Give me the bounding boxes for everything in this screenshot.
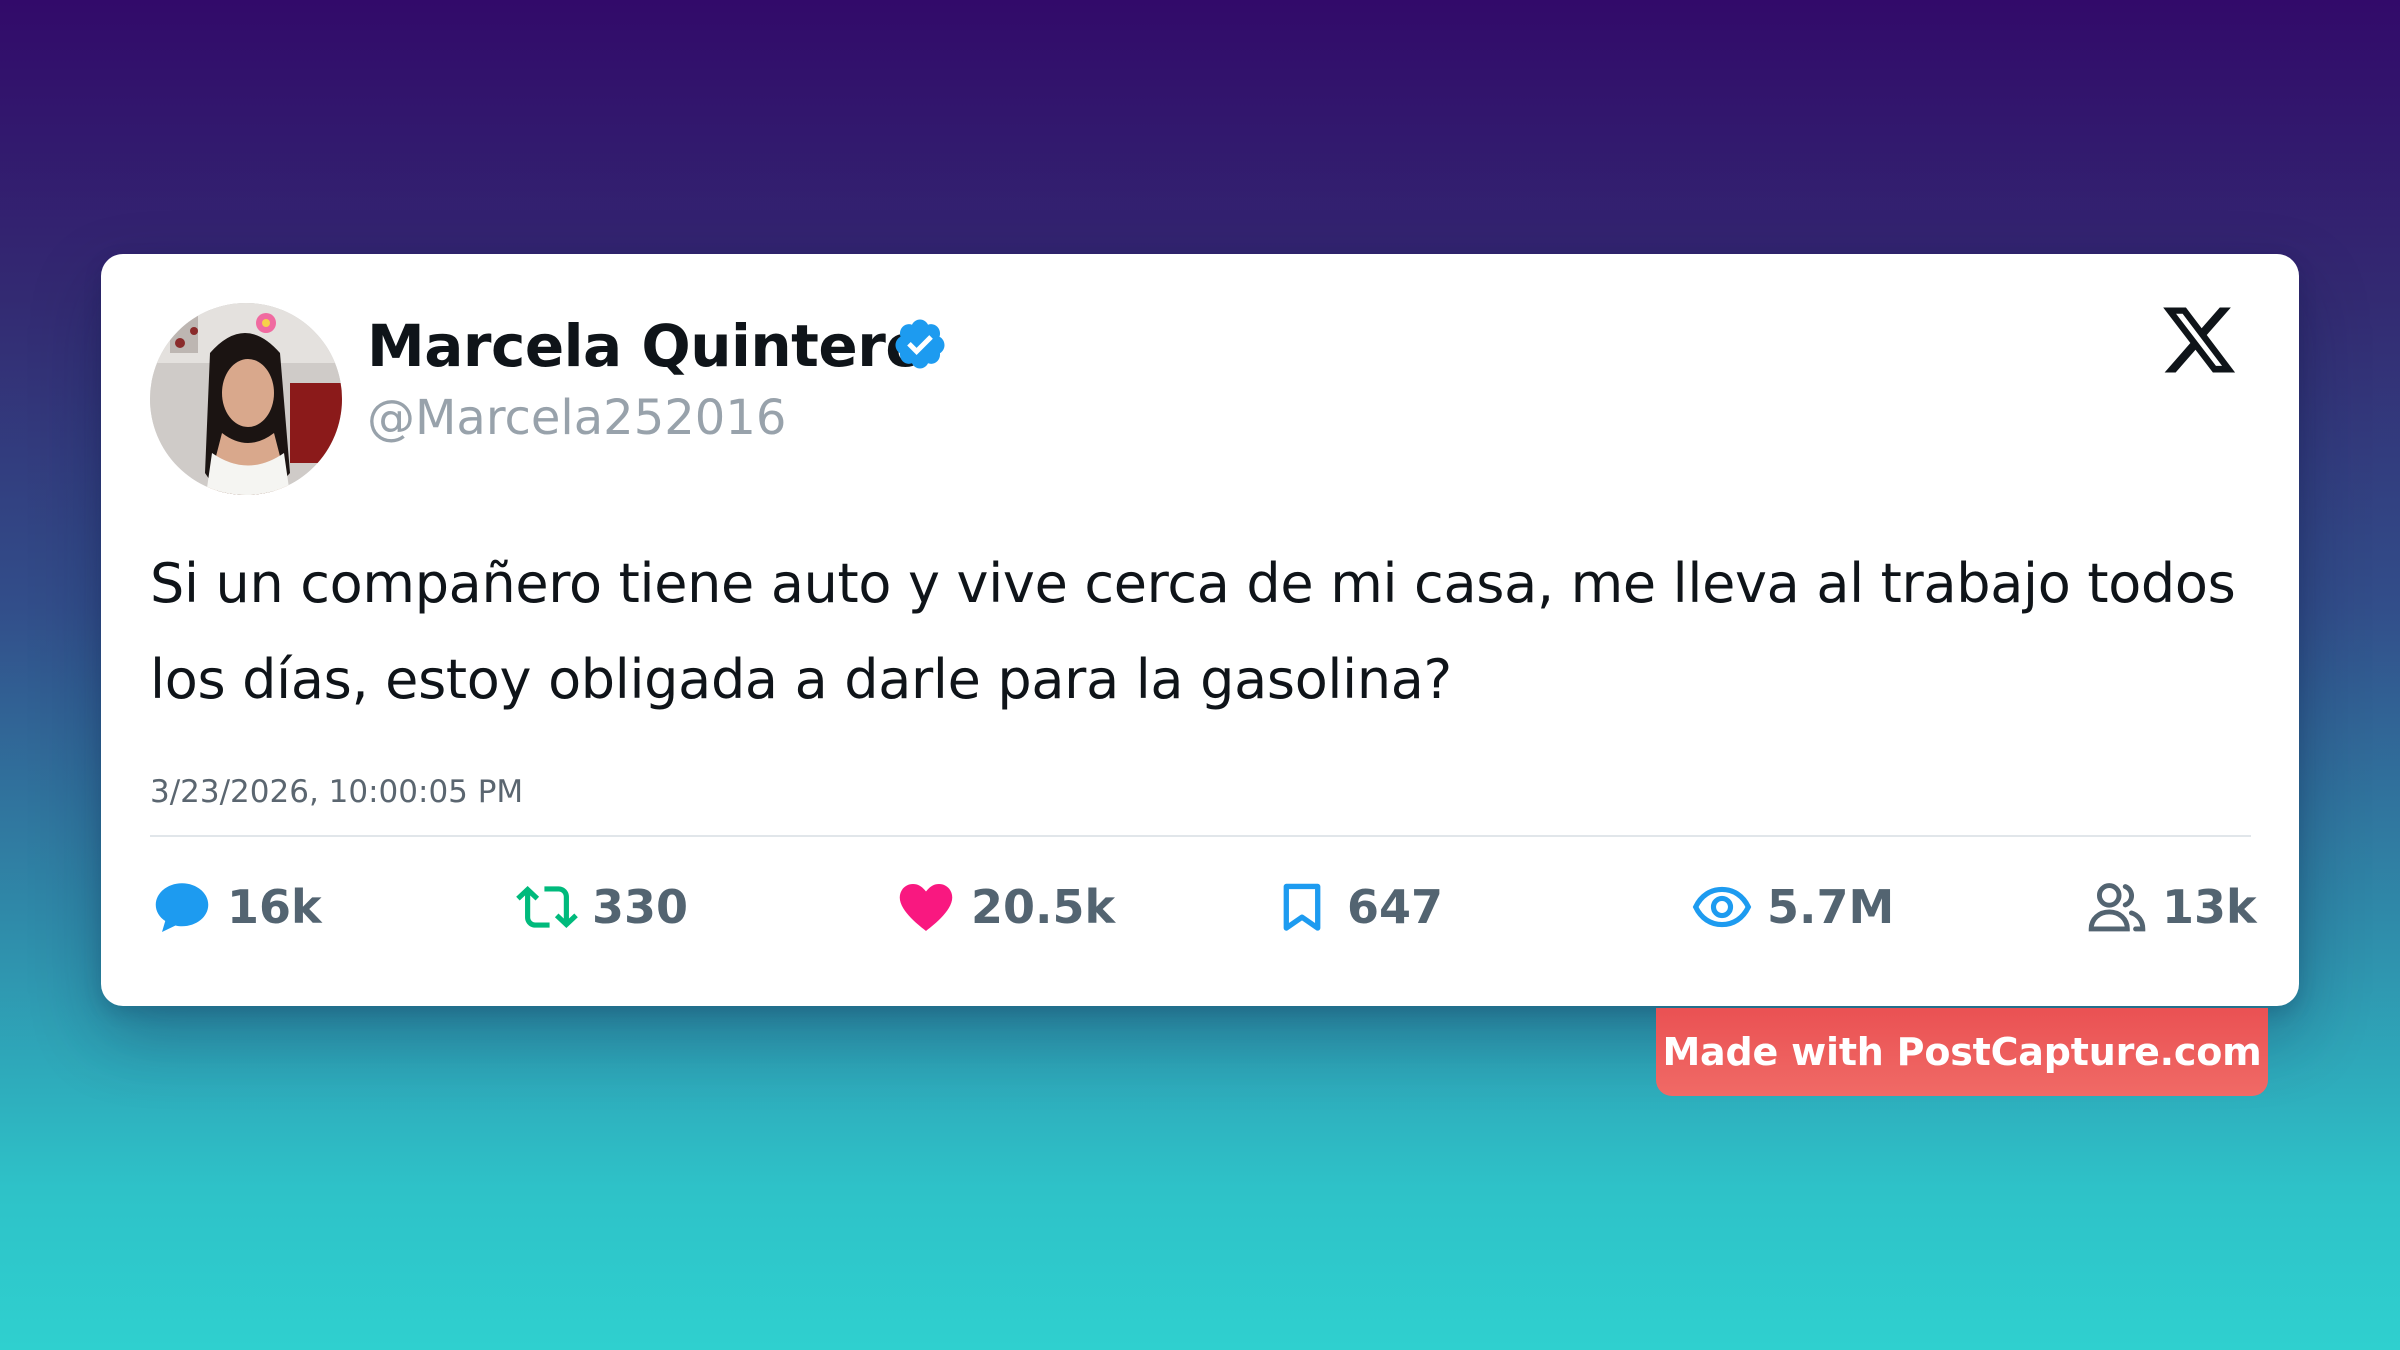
views-stat[interactable]: 5.7M xyxy=(1691,862,1894,952)
comment-icon xyxy=(151,876,213,938)
repost-icon xyxy=(516,876,578,938)
likes-stat[interactable]: 20.5k xyxy=(895,862,1115,952)
reposts-stat[interactable]: 330 xyxy=(516,862,688,952)
avatar-image xyxy=(150,303,342,495)
display-name[interactable]: Marcela Quintero xyxy=(367,312,925,380)
postcapture-watermark[interactable]: Made with PostCapture.com xyxy=(1656,1008,2268,1096)
bookmark-icon xyxy=(1271,876,1333,938)
people-icon xyxy=(2086,876,2148,938)
bookmarks-stat[interactable]: 647 xyxy=(1271,862,1443,952)
eye-icon xyxy=(1691,876,1753,938)
followers-count: 13k xyxy=(2162,880,2257,934)
replies-stat[interactable]: 16k xyxy=(151,862,322,952)
views-count: 5.7M xyxy=(1767,880,1895,934)
verified-badge-icon xyxy=(895,319,945,369)
divider xyxy=(150,835,2251,837)
replies-count: 16k xyxy=(227,880,322,934)
engagement-bar: 16k 330 20.5k 647 5.7M 13k xyxy=(101,862,2299,952)
bookmarks-count: 647 xyxy=(1347,880,1444,934)
reposts-count: 330 xyxy=(592,880,689,934)
tweet-timestamp[interactable]: 3/23/2026, 10:00:05 PM xyxy=(150,774,523,810)
x-logo-icon[interactable] xyxy=(2157,300,2241,380)
likes-count: 20.5k xyxy=(971,880,1116,934)
user-handle[interactable]: @Marcela252016 xyxy=(367,390,786,446)
heart-icon xyxy=(895,876,957,938)
tweet-text: Si un compañero tiene auto y vive cerca … xyxy=(150,552,2236,711)
followers-stat[interactable]: 13k xyxy=(2086,862,2257,952)
tweet-card: Marcela Quintero @Marcela252016 Si un co… xyxy=(101,254,2299,1006)
avatar[interactable] xyxy=(150,303,342,495)
